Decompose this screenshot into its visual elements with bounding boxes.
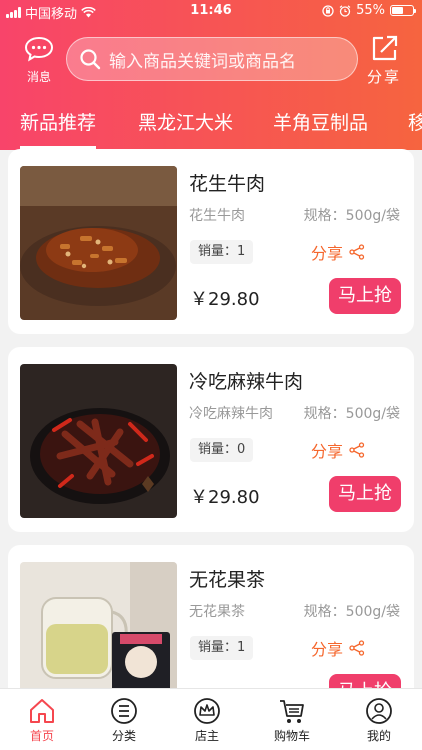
header-share-button[interactable]: 分享 <box>362 34 406 87</box>
message-label: 消息 <box>26 70 51 84</box>
cart-icon <box>280 700 304 723</box>
tabbar-mine-label: 我的 <box>366 729 391 743</box>
buy-now-button[interactable]: 马上抢 <box>329 476 401 512</box>
home-icon <box>30 699 54 723</box>
battery-icon <box>390 5 416 16</box>
product-share-button[interactable]: 分享 <box>311 636 365 660</box>
tabbar-category[interactable]: 分类 <box>94 696 154 744</box>
share-nodes-icon <box>349 442 365 458</box>
product-image-peanut-beef[interactable] <box>20 166 177 320</box>
product-share-label: 分享 <box>311 640 344 659</box>
share-nodes-icon <box>349 640 365 656</box>
tabbar-category-label: 分类 <box>111 729 136 743</box>
category-icon <box>111 698 137 724</box>
battery-level <box>392 7 403 14</box>
product-spec: 规格：500g/袋 <box>303 604 400 620</box>
product-subtitle: 无花果茶 <box>189 604 245 620</box>
status-bar: 中国移动 11:46 55% <box>0 0 422 22</box>
product-share-button[interactable]: 分享 <box>311 438 365 462</box>
buy-now-button[interactable]: 马上抢 <box>329 278 401 314</box>
product-price: ￥29.80 <box>190 487 260 508</box>
search-placeholder: 输入商品关键词或商品名 <box>109 51 296 72</box>
share-out-icon <box>372 35 398 61</box>
product-sales: 销量：1 <box>190 240 254 264</box>
user-icon <box>366 698 392 724</box>
tabbar-home-label: 首页 <box>29 729 54 743</box>
tab-new-recommend[interactable]: 新品推荐 <box>20 108 97 149</box>
product-title: 无花果茶 <box>189 569 266 591</box>
bottom-tab-bar: 首页 分类 店主 购物车 我的 <box>0 688 422 750</box>
header: 中国移动 11:46 55% 消息 输入商品关键词或商品名 分享 新品推荐 黑龙… <box>0 0 422 150</box>
tabbar-cart[interactable]: 购物车 <box>262 696 322 744</box>
tabbar-shopkeeper-label: 店主 <box>194 729 219 743</box>
tabbar-shopkeeper[interactable]: 店主 <box>177 696 237 744</box>
share-nodes-icon <box>349 244 365 260</box>
header-share-label: 分享 <box>366 68 401 86</box>
product-sales: 销量：0 <box>190 438 254 462</box>
alarm-icon <box>339 4 351 17</box>
message-button[interactable]: 消息 <box>18 36 60 84</box>
crown-icon <box>194 698 220 724</box>
product-spec: 规格：500g/袋 <box>303 406 400 422</box>
product-spec: 规格：500g/袋 <box>303 208 400 224</box>
tabbar-home[interactable]: 首页 <box>12 696 72 744</box>
chat-bubble-icon <box>24 36 54 62</box>
product-card[interactable]: 花生牛肉 花生牛肉 规格：500g/袋 销量：1 分享 ￥29.80 马上抢 <box>8 149 414 334</box>
tab-heilongjiang-rice[interactable]: 黑龙江大米 <box>138 108 233 135</box>
orientation-lock-icon <box>322 4 334 17</box>
product-title: 冷吃麻辣牛肉 <box>189 371 304 393</box>
tab-more[interactable]: 移 <box>408 108 422 135</box>
product-sales: 销量：1 <box>190 636 254 660</box>
product-image-spicy-beef[interactable] <box>20 364 177 518</box>
product-share-button[interactable]: 分享 <box>311 240 365 264</box>
product-card[interactable]: 冷吃麻辣牛肉 冷吃麻辣牛肉 规格：500g/袋 销量：0 分享 ￥29.80 马… <box>8 347 414 532</box>
product-title: 花生牛肉 <box>189 173 266 195</box>
battery-percent: 55% <box>356 3 385 18</box>
tabbar-cart-label: 购物车 <box>273 729 310 743</box>
search-input[interactable]: 输入商品关键词或商品名 <box>66 37 358 81</box>
product-share-label: 分享 <box>311 244 344 263</box>
category-tabs: 新品推荐 黑龙江大米 羊角豆制品 移 <box>0 96 422 149</box>
search-icon <box>80 49 101 70</box>
product-subtitle: 冷吃麻辣牛肉 <box>189 406 273 422</box>
product-share-label: 分享 <box>311 442 344 461</box>
product-price: ￥29.80 <box>190 289 260 310</box>
tabbar-mine[interactable]: 我的 <box>349 696 409 744</box>
product-subtitle: 花生牛肉 <box>189 208 245 224</box>
tab-yangjiao-bean[interactable]: 羊角豆制品 <box>273 108 368 135</box>
